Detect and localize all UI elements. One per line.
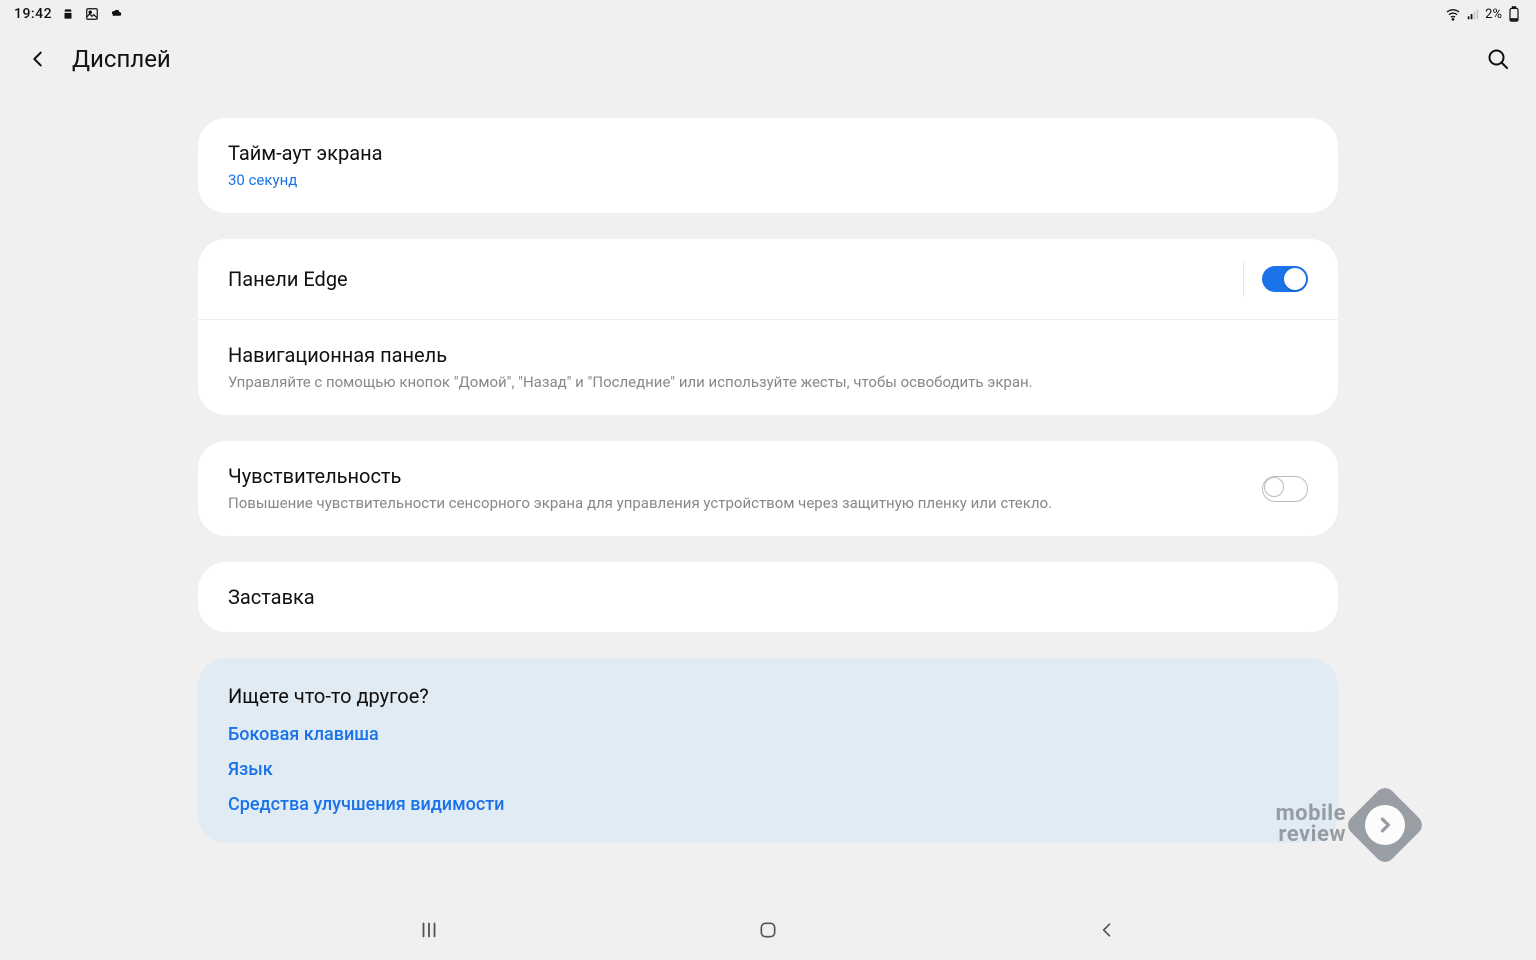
touch-sensitivity-row[interactable]: Чувствительность Повышение чувствительно… bbox=[198, 441, 1338, 536]
touch-sensitivity-toggle[interactable] bbox=[1262, 476, 1308, 502]
navigation-bar-title: Навигационная панель bbox=[228, 342, 1308, 368]
sensitivity-card: Чувствительность Повышение чувствительно… bbox=[198, 441, 1338, 536]
touch-sensitivity-subtitle: Повышение чувствительности сенсорного эк… bbox=[228, 493, 1250, 514]
watermark: mobile review bbox=[1276, 796, 1414, 854]
touch-sensitivity-title: Чувствительность bbox=[228, 463, 1250, 489]
recents-button[interactable] bbox=[409, 910, 449, 950]
status-bar: 19:42 2% bbox=[0, 0, 1536, 28]
screensaver-row[interactable]: Заставка bbox=[198, 562, 1338, 632]
back-button[interactable] bbox=[24, 45, 52, 73]
screen-timeout-card: Тайм-аут экрана 30 секунд bbox=[198, 118, 1338, 213]
watermark-badge-icon bbox=[1344, 784, 1426, 866]
suggestion-link-side-key[interactable]: Боковая клавиша bbox=[228, 724, 379, 745]
watermark-line2: review bbox=[1276, 825, 1346, 846]
status-time: 19:42 bbox=[14, 6, 52, 22]
suggestion-link-visibility[interactable]: Средства улучшения видимости bbox=[228, 794, 504, 815]
system-back-button[interactable] bbox=[1087, 910, 1127, 950]
edge-panels-title: Панели Edge bbox=[228, 266, 1231, 292]
screen-timeout-value: 30 секунд bbox=[228, 170, 1308, 191]
screensaver-title: Заставка bbox=[228, 584, 1308, 610]
home-button[interactable] bbox=[748, 910, 788, 950]
navigation-bar-row[interactable]: Навигационная панель Управляйте с помощь… bbox=[198, 319, 1338, 415]
screen-timeout-title: Тайм-аут экрана bbox=[228, 140, 1308, 166]
edge-panels-row[interactable]: Панели Edge bbox=[198, 239, 1338, 319]
screensaver-card: Заставка bbox=[198, 562, 1338, 632]
shop-icon bbox=[60, 6, 76, 22]
edge-nav-card: Панели Edge Навигационная панель Управля… bbox=[198, 239, 1338, 415]
page-title: Дисплей bbox=[72, 45, 171, 73]
battery-icon bbox=[1506, 6, 1522, 22]
app-bar: Дисплей bbox=[0, 28, 1536, 90]
edge-panels-toggle[interactable] bbox=[1262, 266, 1308, 292]
screen-timeout-row[interactable]: Тайм-аут экрана 30 секунд bbox=[198, 118, 1338, 213]
signal-icon bbox=[1465, 6, 1481, 22]
battery-percent: 2% bbox=[1485, 7, 1502, 22]
system-nav-bar bbox=[0, 900, 1536, 960]
suggestion-link-language[interactable]: Язык bbox=[228, 759, 273, 780]
looking-for-card: Ищете что-то другое? Боковая клавиша Язы… bbox=[198, 658, 1338, 843]
navigation-bar-subtitle: Управляйте с помощью кнопок "Домой", "На… bbox=[228, 372, 1308, 393]
gallery-icon bbox=[84, 6, 100, 22]
looking-for-title: Ищете что-то другое? bbox=[228, 684, 1308, 708]
settings-content: Тайм-аут экрана 30 секунд Панели Edge На… bbox=[198, 118, 1338, 843]
search-button[interactable] bbox=[1484, 45, 1512, 73]
weather-icon bbox=[108, 6, 124, 22]
wifi-icon bbox=[1445, 6, 1461, 22]
